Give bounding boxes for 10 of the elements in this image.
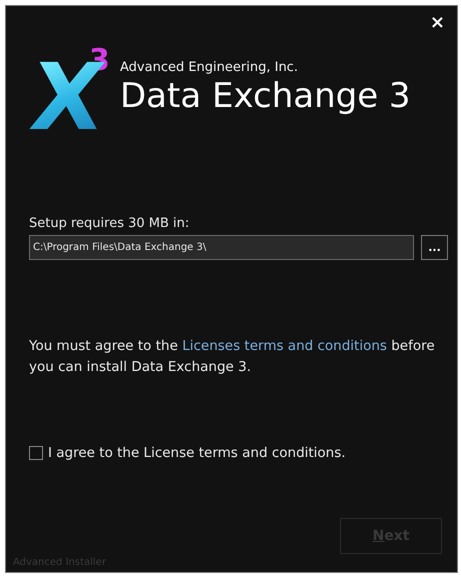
browse-button[interactable]: ...: [421, 235, 448, 260]
product-title: Data Exchange 3: [120, 76, 411, 116]
close-button[interactable]: ×: [426, 14, 449, 32]
company-name: Advanced Engineering, Inc.: [120, 60, 299, 76]
path-field[interactable]: C:\Program Files\Data Exchange 3\: [29, 235, 414, 260]
license-notice: You must agree to the Licenses terms and conditions before you can install Data Exchange 3.: [29, 337, 436, 377]
agree-checkbox[interactable]: [29, 446, 43, 460]
license-link[interactable]: Licenses terms and conditions: [182, 338, 387, 354]
agree-label[interactable]: I agree to the License terms and conditions.: [48, 445, 346, 461]
setup-label: Setup requires 30 MB in:: [29, 215, 190, 232]
